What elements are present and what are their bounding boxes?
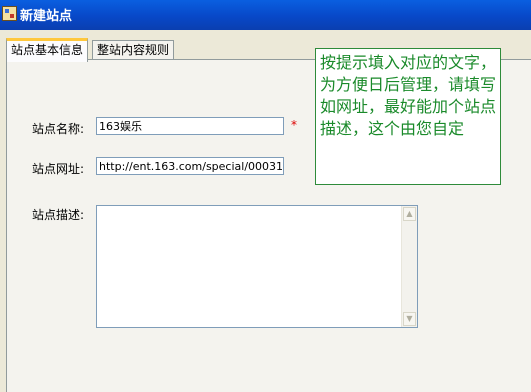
tab-basic-info[interactable]: 站点基本信息 — [6, 38, 89, 62]
window-app-icon — [2, 6, 17, 21]
scroll-down-arrow-icon[interactable]: ▼ — [403, 312, 416, 326]
site-description-label: 站点描述: — [32, 208, 85, 222]
site-name-input[interactable]: 163娱乐 — [96, 117, 284, 135]
description-scrollbar[interactable]: ▲ ▼ — [401, 206, 417, 327]
window-title: 新建站点 — [20, 9, 73, 24]
window-titlebar[interactable]: 新建站点 — [0, 0, 531, 30]
scroll-up-arrow-icon[interactable]: ▲ — [403, 207, 416, 221]
site-url-label: 站点网址: — [32, 162, 85, 176]
tab-site-content-rules[interactable]: 整站内容规则 — [92, 40, 175, 59]
site-name-label: 站点名称: — [32, 122, 85, 136]
site-url-input[interactable]: http://ent.163.com/special/00031HI0/ — [96, 157, 284, 175]
tip-annotation: 按提示填入对应的文字，为方便日后管理，请填写如网址，最好能加个站点描述，这个由您… — [315, 48, 501, 185]
site-description-textarea[interactable]: ▲ ▼ — [96, 205, 418, 328]
required-asterisk: * — [291, 118, 297, 132]
